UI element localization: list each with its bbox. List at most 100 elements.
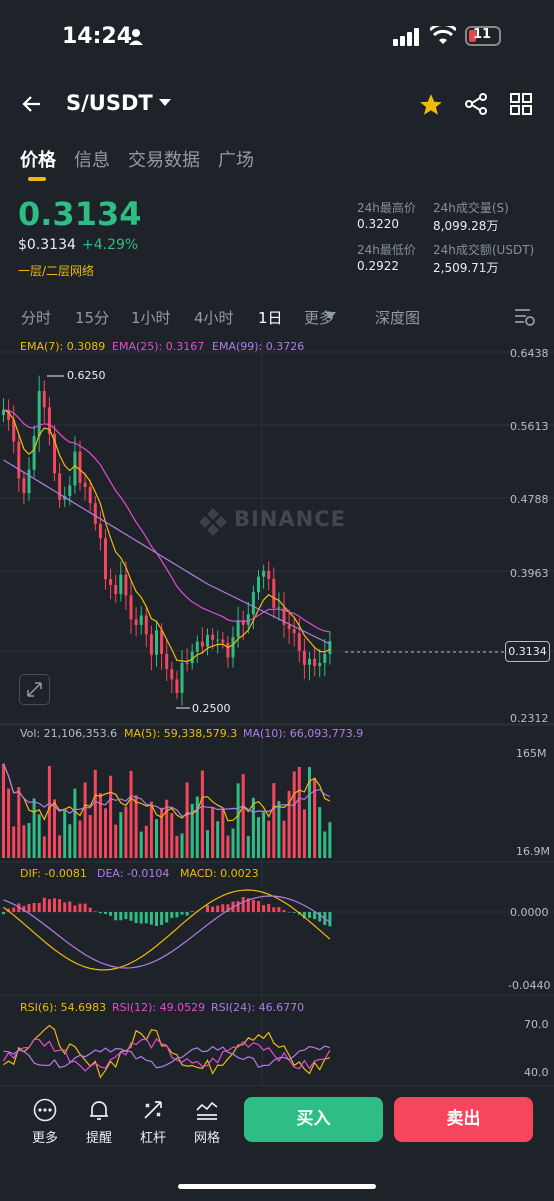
leverage-icon[interactable] xyxy=(141,1098,165,1122)
candle-body xyxy=(170,669,173,679)
volume-bar xyxy=(17,787,20,858)
volume-bar xyxy=(12,826,15,858)
macd-bar xyxy=(73,906,76,912)
volume-bar xyxy=(298,767,301,858)
candle-body xyxy=(68,485,71,495)
volume-bar xyxy=(277,801,280,858)
caret-down-icon[interactable] xyxy=(158,98,172,108)
vol-axis-top: 165M xyxy=(516,747,547,760)
volume-bar xyxy=(89,815,92,858)
macd-bar xyxy=(145,912,148,923)
candle-body xyxy=(247,614,250,624)
volume-bar xyxy=(206,830,209,858)
macd-bar xyxy=(79,904,82,912)
candle-body xyxy=(272,579,275,608)
pair-title[interactable]: S/USDT xyxy=(66,91,153,115)
chart-settings-icon[interactable] xyxy=(514,307,536,327)
more-dots-icon[interactable] xyxy=(33,1098,57,1122)
interval-1d[interactable]: 1日 xyxy=(258,307,283,328)
volume-bar xyxy=(84,783,87,858)
favorite-star-icon[interactable] xyxy=(418,92,444,118)
candle-body xyxy=(257,577,260,593)
macd-bar xyxy=(175,912,178,917)
grid-trading-icon[interactable] xyxy=(195,1098,219,1122)
candle-body xyxy=(201,642,204,647)
candle-body xyxy=(28,470,31,493)
candle-body xyxy=(221,640,224,643)
macd-bar xyxy=(283,910,286,912)
volume-bar xyxy=(181,833,184,858)
current-price-tag: 0.3134 xyxy=(505,641,550,662)
interval-1h[interactable]: 1小时 xyxy=(131,307,171,328)
candle-body xyxy=(323,654,326,663)
interval-timeline[interactable]: 分时 xyxy=(21,307,51,328)
volume-bar xyxy=(73,789,76,858)
volume-bar xyxy=(28,823,31,858)
volume-bar xyxy=(58,835,61,858)
grid-label[interactable]: 网格 xyxy=(187,1127,227,1146)
volume-bar xyxy=(135,795,138,858)
macd-bar xyxy=(63,902,66,912)
interval-4h[interactable]: 4小时 xyxy=(194,307,234,328)
macd-bar xyxy=(53,898,56,912)
candlestick-chart[interactable] xyxy=(0,340,554,1085)
volume-bar xyxy=(155,819,158,858)
candle-body xyxy=(277,607,280,608)
low-value: 0.2922 xyxy=(357,259,399,273)
binance-watermark: BINANCE xyxy=(234,507,346,531)
candle-body xyxy=(124,575,127,596)
price-change: +4.29% xyxy=(82,237,138,253)
layout-grid-icon[interactable] xyxy=(510,93,532,115)
macd-bar xyxy=(114,912,117,920)
volume-bar xyxy=(2,764,5,858)
fullscreen-button[interactable] xyxy=(19,674,50,705)
network-tag[interactable]: 一层/二层网络 xyxy=(18,262,94,279)
macd-axis-zero: 0.0000 xyxy=(510,906,549,919)
volume-bar xyxy=(293,771,296,858)
rsi-axis-40: 40.0 xyxy=(524,1066,549,1079)
buy-button[interactable]: 买入 xyxy=(244,1097,383,1142)
tab-trading-data[interactable]: 交易数据 xyxy=(128,146,200,172)
active-tab-indicator xyxy=(28,177,46,181)
more-caret-icon[interactable] xyxy=(325,312,336,320)
price-axis-5: 0.2312 xyxy=(510,712,549,725)
volume-bar xyxy=(68,824,71,858)
macd-bar xyxy=(262,905,265,912)
candle-body xyxy=(196,642,199,652)
volume-bar xyxy=(140,832,143,858)
last-price: 0.3134 xyxy=(18,195,141,233)
back-arrow-icon[interactable] xyxy=(20,92,44,116)
candle-body xyxy=(135,619,138,625)
depth-chart-tab[interactable]: 深度图 xyxy=(375,307,420,328)
candle-body xyxy=(130,595,133,619)
macd-bar xyxy=(221,904,224,912)
macd-bar xyxy=(119,912,122,920)
share-icon[interactable] xyxy=(464,92,488,116)
volume-bar xyxy=(150,802,153,858)
volume-bar xyxy=(119,812,122,858)
ema-line xyxy=(4,410,330,662)
tab-square[interactable]: 广场 xyxy=(218,146,254,172)
macd-bar xyxy=(216,906,219,912)
price-axis-4: 0.3963 xyxy=(510,567,549,580)
macd-bar xyxy=(12,908,15,912)
tab-price[interactable]: 价格 xyxy=(20,146,56,172)
volume-bar xyxy=(175,836,178,858)
volume-bar xyxy=(237,783,240,858)
macd-bar xyxy=(267,904,270,912)
candle-body xyxy=(114,585,117,594)
leverage-label[interactable]: 杠杆 xyxy=(133,1127,173,1146)
candle-body xyxy=(318,663,321,666)
interval-15m[interactable]: 15分 xyxy=(75,307,109,328)
candle-body xyxy=(17,442,20,479)
more-label[interactable]: 更多 xyxy=(25,1127,65,1146)
bell-icon[interactable] xyxy=(87,1098,111,1122)
macd-bar xyxy=(313,912,316,919)
macd-bar xyxy=(257,901,260,912)
macd-bar xyxy=(140,912,143,924)
volume-bar xyxy=(242,774,245,858)
candle-body xyxy=(206,635,209,647)
tab-info[interactable]: 信息 xyxy=(74,146,110,172)
sell-button[interactable]: 卖出 xyxy=(394,1097,533,1142)
alert-label[interactable]: 提醒 xyxy=(79,1127,119,1146)
